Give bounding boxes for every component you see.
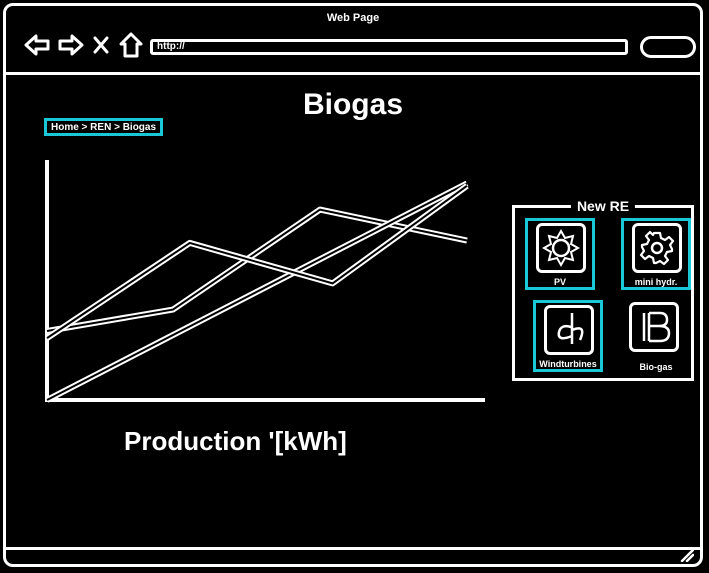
- tile-biogas[interactable]: Bio-gas: [621, 300, 691, 372]
- close-icon: [93, 36, 109, 54]
- stop-button[interactable]: [90, 30, 112, 60]
- search-button[interactable]: [640, 36, 696, 58]
- sun-icon: [536, 223, 586, 273]
- toolbar-divider: [6, 72, 700, 75]
- series-line-1-core: [46, 208, 468, 332]
- tile-mini-hydro-label: mini hydr.: [634, 277, 678, 287]
- new-re-panel: New RE PV mini hydr. Windturbines Bio-ga…: [512, 198, 694, 381]
- biogas-icon: [629, 302, 679, 352]
- page-title: Biogas: [302, 88, 404, 121]
- series-line-2-core: [46, 182, 468, 401]
- back-button[interactable]: [22, 30, 52, 60]
- production-chart: [45, 160, 485, 403]
- resize-handle-icon[interactable]: [680, 548, 694, 562]
- status-bar-divider: [6, 547, 700, 550]
- forward-button[interactable]: [56, 30, 86, 60]
- breadcrumb[interactable]: Home > REN > Biogas: [44, 118, 164, 136]
- tile-biogas-label: Bio-gas: [639, 362, 673, 372]
- tile-windturbines[interactable]: Windturbines: [533, 300, 603, 372]
- tile-windturbines-label: Windturbines: [539, 359, 597, 369]
- gear-icon: [632, 223, 682, 273]
- windturbine-icon: [544, 305, 594, 355]
- back-arrow-icon: [24, 34, 50, 56]
- home-button[interactable]: [116, 30, 146, 60]
- forward-arrow-icon: [58, 34, 84, 56]
- tile-pv-label: PV: [553, 277, 566, 287]
- new-re-panel-title: New RE: [570, 198, 636, 214]
- tile-mini-hydro[interactable]: mini hydr.: [621, 218, 691, 290]
- tile-pv[interactable]: PV: [525, 218, 595, 290]
- series-line-3-core: [46, 184, 468, 339]
- browser-toolbar: http://: [22, 30, 696, 64]
- url-input[interactable]: http://: [150, 39, 628, 55]
- home-icon: [119, 32, 143, 58]
- chart-title: Production '[kWh]: [124, 426, 347, 456]
- window-title: Web Page: [326, 12, 380, 24]
